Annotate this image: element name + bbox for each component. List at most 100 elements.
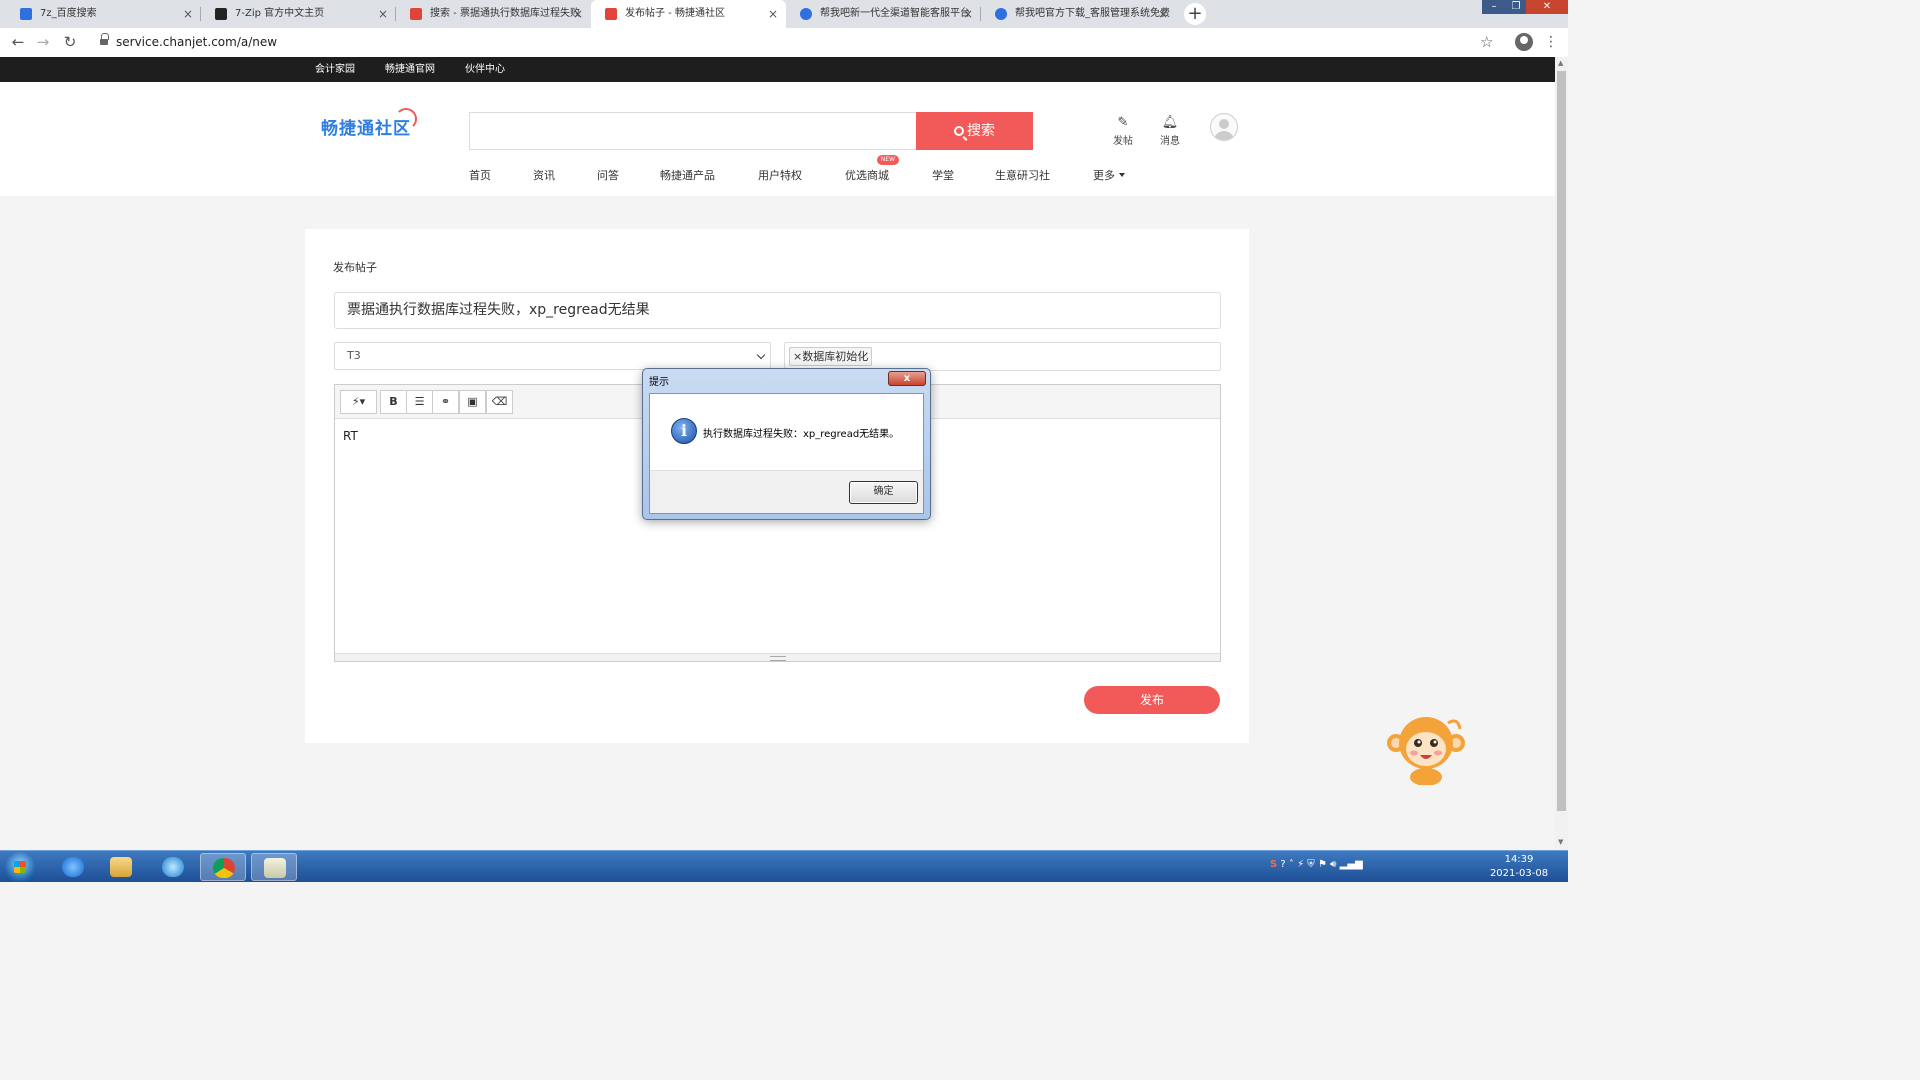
tab-label: 7-Zip 官方中文主页 <box>235 8 325 19</box>
toplink-kuaiji[interactable]: 会计家园 <box>315 57 355 82</box>
nav-more[interactable]: 更多 <box>1093 167 1125 183</box>
editor-resize-handle[interactable] <box>335 653 1220 661</box>
tag-chip[interactable]: ×数据库初始化 <box>789 347 873 366</box>
search-button-label: 搜索 <box>967 123 995 139</box>
nav-products[interactable]: 畅捷通产品 <box>660 167 715 183</box>
taskbar-app[interactable] <box>251 853 297 881</box>
bookmark-star-icon[interactable]: ☆ <box>1480 32 1520 53</box>
bell-icon: 🔔︎ <box>1161 115 1179 130</box>
taskbar-edge[interactable] <box>150 853 196 881</box>
reload-icon[interactable]: ↻ <box>60 32 80 52</box>
dialog-message: 执行数据库过程失败：xp_regread无结果。 <box>703 429 900 440</box>
bold-icon[interactable]: B <box>380 390 407 414</box>
signal-icon[interactable]: ▂▄▆ <box>1340 859 1363 870</box>
new-tab-button[interactable]: + <box>1184 3 1206 25</box>
shield-icon[interactable]: ⛨ <box>1307 859 1315 870</box>
nav-home[interactable]: 首页 <box>469 167 491 183</box>
chanjet-icon <box>605 8 617 20</box>
post-title-input[interactable]: 票据通执行数据库过程失败，xp_regread无结果 <box>334 292 1221 329</box>
taskbar-clock[interactable]: 14:39 2021-03-08 <box>1480 853 1558 881</box>
toplink-partner[interactable]: 伙伴中心 <box>465 57 505 82</box>
site-logo[interactable]: 畅捷通社区 <box>321 108 417 139</box>
tab-close-icon[interactable]: × <box>378 0 388 28</box>
tab-close-icon[interactable]: × <box>183 0 193 28</box>
browser-tab-2[interactable]: 7-Zip 官方中文主页 × <box>201 0 396 28</box>
baidu-paw-icon <box>20 8 32 20</box>
omnibox[interactable]: service.chanjet.com/a/new ☆ <box>90 32 1510 53</box>
product-select[interactable]: T3 <box>334 342 771 370</box>
network-icon[interactable]: ⚡ <box>1297 859 1304 870</box>
browser-tab-3[interactable]: 搜索 - 票据通执行数据库过程失败 × <box>396 0 591 28</box>
nav-news[interactable]: 资讯 <box>533 167 555 183</box>
flag-icon[interactable]: ⚑ <box>1318 859 1327 870</box>
nav-mall[interactable]: 优选商城 <box>845 167 889 183</box>
search-button[interactable]: 搜索 <box>916 112 1033 150</box>
tray-arrow-icon[interactable]: ˄ <box>1289 859 1294 870</box>
window-close-button[interactable]: ✕ <box>1526 0 1568 14</box>
link-icon[interactable]: ⚭ <box>432 390 459 414</box>
tab-close-icon[interactable]: × <box>573 0 583 28</box>
monkey-mascot-icon[interactable] <box>1386 713 1466 785</box>
chanjet-icon <box>410 8 422 20</box>
restore-button[interactable]: ❐ <box>1504 0 1528 14</box>
ime-icon[interactable]: S <box>1270 859 1277 870</box>
image-icon[interactable]: ▣ <box>459 390 486 414</box>
eraser-icon[interactable]: ⌫ <box>486 390 513 414</box>
speaker-icon[interactable]: 🔊︎ <box>1330 859 1336 870</box>
tab-label: 搜索 - 票据通执行数据库过程失败 <box>430 8 580 19</box>
profile-avatar-icon[interactable] <box>1515 33 1533 51</box>
dialog-close-button[interactable]: x <box>888 371 926 386</box>
tab-close-icon[interactable]: × <box>768 0 778 28</box>
edit-icon: ✎ <box>1117 115 1129 130</box>
message-label: 消息 <box>1160 136 1180 147</box>
editor-content[interactable]: RT <box>343 429 358 443</box>
windows-taskbar: S ? ˄ ⚡ ⛨ ⚑ 🔊︎ ▂▄▆ 14:39 2021-03-08 <box>0 850 1568 882</box>
scroll-up-icon[interactable]: ▲ <box>1558 59 1563 67</box>
chevron-down-icon <box>756 350 766 360</box>
publish-button[interactable]: 发布 <box>1084 686 1220 714</box>
tag-input[interactable]: ×数据库初始化 <box>784 342 1221 371</box>
browser-tab-4-active[interactable]: 发布帖子 - 畅捷通社区 × <box>591 0 786 28</box>
browser-tab-1[interactable]: 7z_百度搜索 × <box>6 0 201 28</box>
new-badge: NEW <box>877 155 899 165</box>
user-avatar[interactable] <box>1210 113 1238 141</box>
nav-privileges[interactable]: 用户特权 <box>758 167 802 183</box>
taskbar-chrome[interactable] <box>200 853 246 881</box>
browser-tab-5[interactable]: 帮我吧新一代全渠道智能客服平台 × <box>786 0 981 28</box>
nav-school[interactable]: 学堂 <box>932 167 954 183</box>
taskbar-explorer[interactable] <box>98 853 144 881</box>
scroll-down-icon[interactable]: ▼ <box>1558 838 1563 846</box>
address-bar-row: ← → ↻ service.chanjet.com/a/new ☆ <box>0 28 1568 57</box>
nav-qa[interactable]: 问答 <box>597 167 619 183</box>
search-icon <box>954 126 964 136</box>
dialog-ok-button[interactable]: 确定 <box>849 481 918 504</box>
site-top-bar: 会计家园 畅捷通官网 伙伴中心 <box>0 57 1555 82</box>
nav-business[interactable]: 生意研习社 <box>995 167 1050 183</box>
scrollbar-thumb[interactable] <box>1557 71 1566 811</box>
page-scrollbar[interactable]: ▲ ▼ <box>1555 57 1568 850</box>
dialog-footer: 确定 <box>650 470 923 513</box>
start-button[interactable] <box>4 852 36 882</box>
tab-close-icon[interactable]: × <box>1158 0 1168 28</box>
taskbar-ie[interactable] <box>50 853 96 881</box>
tag-remove-icon[interactable]: × <box>793 350 802 363</box>
forward-arrow-icon[interactable]: → <box>33 32 53 52</box>
system-tray[interactable]: S ? ˄ ⚡ ⛨ ⚑ 🔊︎ ▂▄▆ <box>1270 859 1363 870</box>
minimize-button[interactable]: – <box>1482 0 1506 14</box>
magic-icon[interactable]: ⚡▾ <box>340 390 377 414</box>
tab-label: 帮我吧官方下载_客服管理系统免费 <box>1015 8 1170 19</box>
browser-menu-icon[interactable]: ⋮ <box>1544 33 1558 51</box>
toplink-official[interactable]: 畅捷通官网 <box>385 57 435 82</box>
product-select-value: T3 <box>347 349 361 362</box>
browser-tab-6[interactable]: 帮我吧官方下载_客服管理系统免费 × <box>981 0 1176 28</box>
post-button[interactable]: ✎ 发帖 <box>1108 115 1138 148</box>
tab-close-icon[interactable]: × <box>963 0 973 28</box>
clock-date: 2021-03-08 <box>1489 868 1549 879</box>
list-icon[interactable]: ☰ <box>406 390 433 414</box>
search-input[interactable] <box>469 112 916 150</box>
wifi-arc-icon <box>395 108 417 130</box>
back-arrow-icon[interactable]: ← <box>8 32 28 52</box>
message-button[interactable]: 🔔︎ 消息 <box>1155 115 1185 148</box>
help-icon[interactable]: ? <box>1280 859 1285 870</box>
ie-icon <box>62 857 84 877</box>
